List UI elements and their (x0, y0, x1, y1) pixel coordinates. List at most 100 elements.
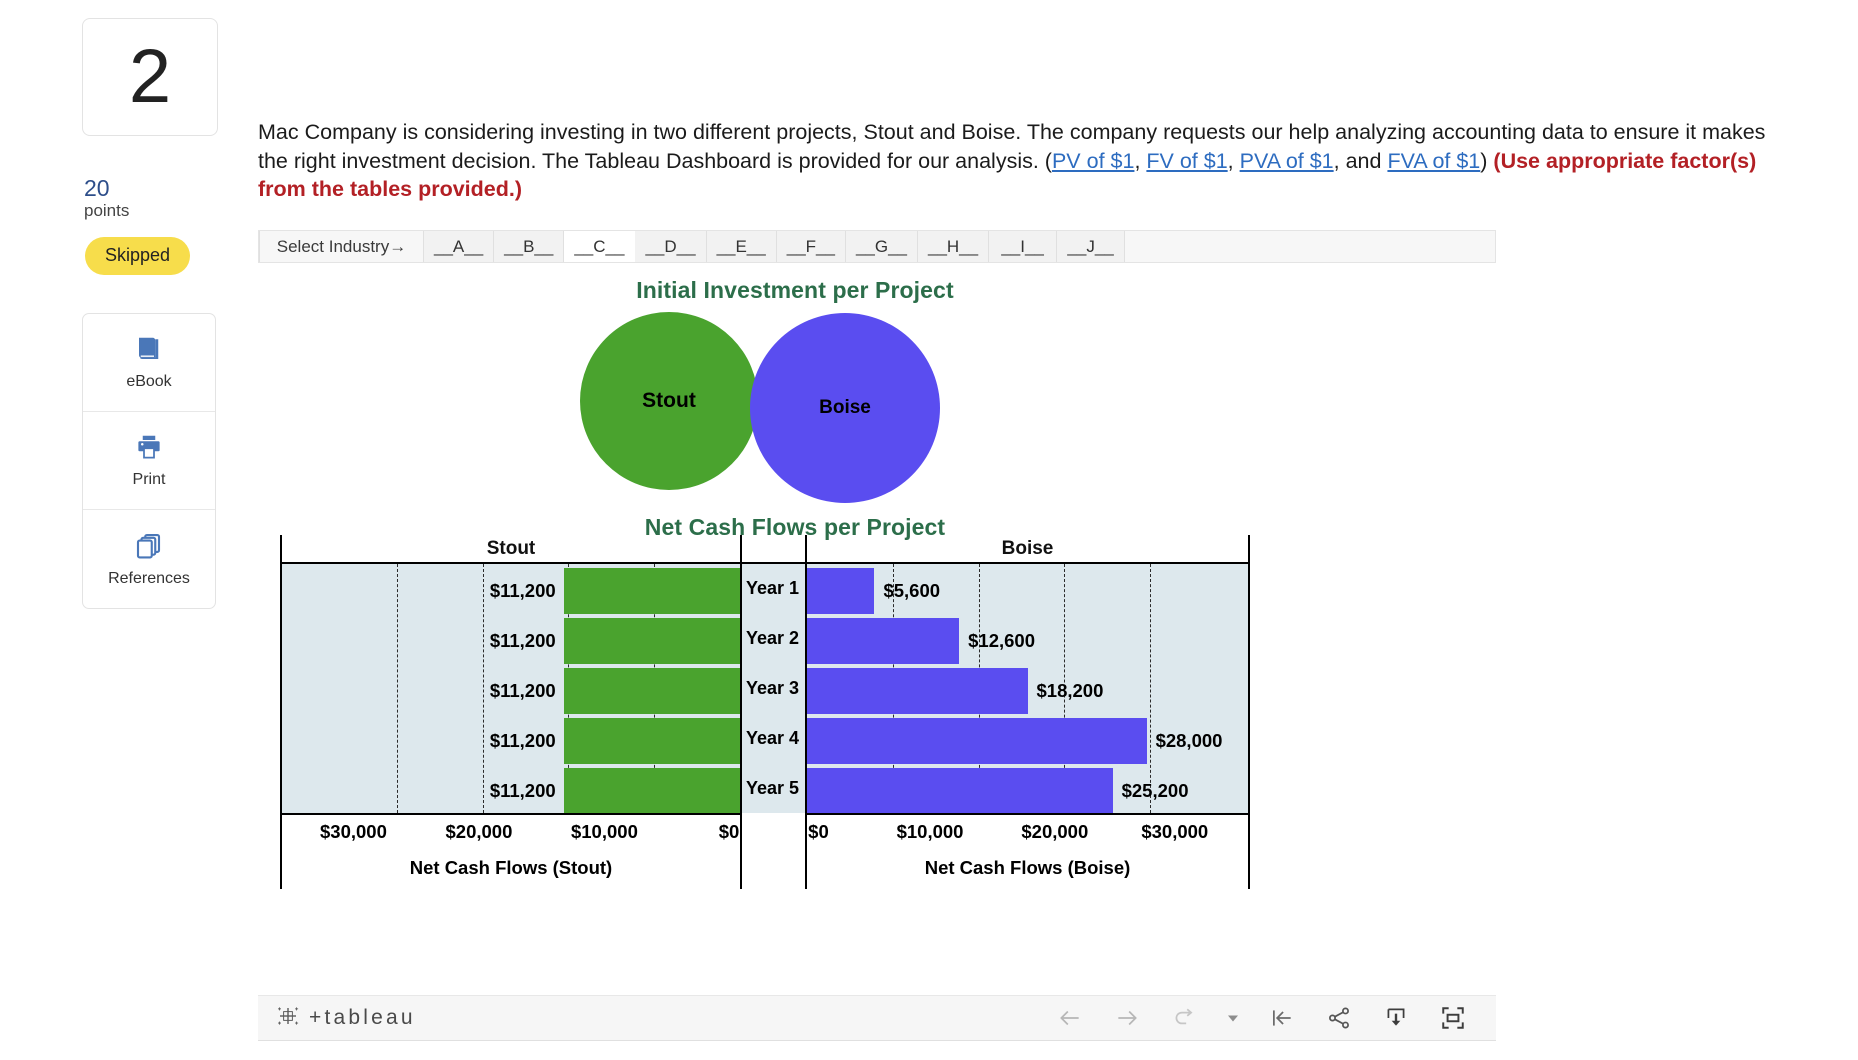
prompt-close-paren: ) (1480, 148, 1494, 173)
industry-tab-h[interactable]: __H__ (917, 231, 990, 262)
bar-row-stout-year4: $11,200 (282, 718, 740, 764)
pv-of-1-link[interactable]: PV of $1 (1052, 149, 1134, 173)
industry-tab-b[interactable]: __B__ (494, 231, 565, 262)
panel-header-spacer (742, 535, 805, 562)
bar-boise-year3[interactable] (807, 668, 1028, 714)
bar-label-stout-year5: $11,200 (489, 780, 556, 801)
year-label-3: Year 3 (746, 677, 800, 698)
points-label: points (84, 201, 130, 221)
bubble-boise-label: Boise (819, 397, 871, 418)
print-label: Print (132, 471, 166, 489)
boise-axis: $0 $10,000 $20,000 $30,000 Net Cash Flow… (805, 813, 1250, 889)
prompt-sep-3: , and (1333, 148, 1388, 173)
revert-dropdown-caret-icon[interactable] (1226, 1011, 1240, 1025)
bar-row-boise-year3: $18,200 (807, 668, 1248, 714)
question-prompt: Mac Company is considering investing in … (258, 118, 1766, 204)
back-arrow-icon[interactable] (1055, 1003, 1085, 1033)
stout-tick-20000: $20,000 (445, 821, 513, 842)
bar-row-boise-year1: $5,600 (807, 568, 1248, 614)
bar-stout-year2[interactable] (563, 618, 740, 664)
bar-label-stout-year3: $11,200 (489, 680, 556, 701)
bar-row-stout-year1: $11,200 (282, 568, 740, 614)
panel-header-boise: Boise (805, 535, 1250, 562)
bar-row-boise-year2: $12,600 (807, 618, 1248, 664)
tableau-toolbar-actions (1055, 1003, 1468, 1033)
industry-filter-strip: Select Industry→ __A__ __B__ __C__ __D__… (258, 230, 1496, 263)
bar-stout-year3[interactable] (563, 668, 740, 714)
bubble-stout-label: Stout (642, 389, 696, 412)
download-icon[interactable] (1381, 1003, 1411, 1033)
chart-axis-area: $30,000 $20,000 $10,000 $0 Net Cash Flow… (280, 813, 1252, 889)
tableau-toolbar: +tableau (258, 995, 1496, 1041)
year-label-1: Year 1 (746, 577, 800, 598)
bar-boise-year1[interactable] (807, 568, 875, 614)
bar-stout-year1[interactable] (563, 568, 740, 614)
bar-boise-year4[interactable] (807, 718, 1147, 764)
bar-stout-year5[interactable] (563, 768, 740, 814)
year-label-5: Year 5 (746, 777, 800, 798)
bubble-stout[interactable]: Stout (580, 312, 758, 490)
points-value: 20 (84, 175, 110, 201)
industry-tab-j[interactable]: __J__ (1057, 231, 1126, 262)
printer-icon (134, 432, 164, 462)
axis-spacer (742, 813, 805, 889)
year-label-column: Year 1 Year 2 Year 3 Year 4 Year 5 (742, 562, 805, 813)
net-cash-flows-chart: Stout Boise $11,200 $11,200 $11,200 $11,… (280, 535, 1252, 889)
fva-of-1-link[interactable]: FVA of $1 (1387, 149, 1480, 173)
boise-tick-30000: $30,000 (1141, 821, 1209, 842)
tableau-brand[interactable]: +tableau (276, 1004, 416, 1033)
industry-tab-g[interactable]: __G__ (845, 231, 918, 262)
print-button[interactable]: Print (83, 412, 215, 511)
tableau-plus: + (309, 1006, 325, 1029)
bubble-boise[interactable]: Boise (750, 313, 940, 503)
bar-boise-year2[interactable] (807, 618, 960, 664)
tableau-logo-icon (276, 1004, 300, 1033)
forward-arrow-icon[interactable] (1112, 1003, 1142, 1033)
stout-axis-title: Net Cash Flows (Stout) (409, 857, 613, 878)
tableau-name: tableau (324, 1006, 416, 1029)
bar-stout-year4[interactable] (563, 718, 740, 764)
ebook-button[interactable]: eBook (83, 314, 215, 413)
question-page: 2 20 points Skipped eBook Print Referenc… (0, 0, 1858, 1060)
chart-panel-headers: Stout Boise (280, 535, 1252, 562)
pva-of-1-link[interactable]: PVA of $1 (1240, 149, 1334, 173)
tableau-wordmark: +tableau (309, 1006, 416, 1030)
bar-row-stout-year5: $11,200 (282, 768, 740, 814)
stout-tick-0: $0 (718, 821, 740, 842)
industry-tab-d[interactable]: __D__ (635, 231, 707, 262)
industry-tab-c[interactable]: __C__ (564, 231, 636, 262)
revert-icon[interactable] (1169, 1003, 1199, 1033)
share-icon[interactable] (1324, 1003, 1354, 1033)
bar-label-boise-year5: $25,200 (1121, 780, 1189, 801)
stout-panel: $11,200 $11,200 $11,200 $11,200 $11,200 (280, 562, 742, 814)
year-label-2: Year 2 (746, 627, 800, 648)
bar-label-stout-year2: $11,200 (489, 630, 556, 651)
initial-investment-bubbles: Stout Boise (258, 312, 1496, 503)
year-label-4: Year 4 (746, 727, 800, 748)
tool-stack: eBook Print References (82, 313, 216, 610)
points-block: 20 points (82, 176, 218, 223)
question-number: 2 (128, 34, 172, 119)
reset-icon[interactable] (1267, 1003, 1297, 1033)
industry-tab-f[interactable]: __F__ (776, 231, 846, 262)
industry-tab-i[interactable]: __I__ (989, 231, 1058, 262)
industry-tab-a[interactable]: __A__ (424, 231, 495, 262)
bar-label-boise-year3: $18,200 (1036, 680, 1104, 701)
initial-investment-title: Initial Investment per Project (636, 277, 954, 303)
boise-tick-20000: $20,000 (1021, 821, 1089, 842)
boise-panel: $5,600 $12,600 $18,200 $28,000 $25,200 (805, 562, 1250, 814)
stout-tick-30000: $30,000 (320, 821, 387, 842)
fv-of-1-link[interactable]: FV of $1 (1146, 149, 1227, 173)
fullscreen-icon[interactable] (1438, 1003, 1468, 1033)
bar-label-boise-year1: $5,600 (883, 580, 941, 601)
bar-boise-year5[interactable] (807, 768, 1113, 814)
industry-tab-e[interactable]: __E__ (706, 231, 777, 262)
question-number-box: 2 (82, 18, 218, 136)
select-industry-label: Select Industry→ (259, 231, 424, 262)
bar-label-stout-year4: $11,200 (489, 730, 556, 751)
prompt-sep-1: , (1134, 148, 1147, 173)
ebook-label: eBook (126, 373, 172, 391)
bar-label-stout-year1: $11,200 (489, 580, 556, 601)
stout-axis: $30,000 $20,000 $10,000 $0 Net Cash Flow… (280, 813, 742, 889)
bar-row-stout-year3: $11,200 (282, 668, 740, 714)
